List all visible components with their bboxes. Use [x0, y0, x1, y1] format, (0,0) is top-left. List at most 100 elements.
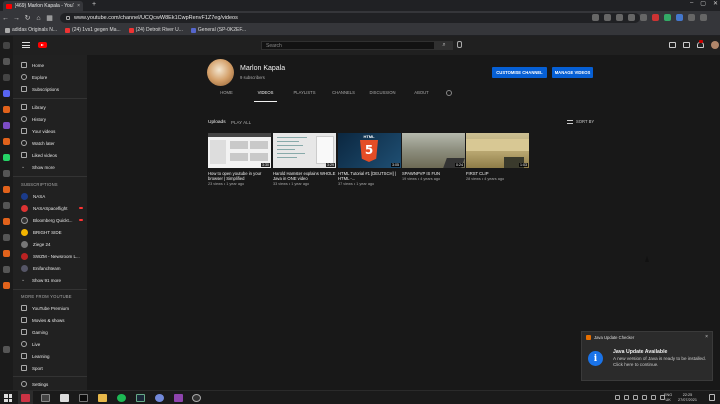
sidebar-show-more-subscriptions[interactable]: ⌄ Show 91 more: [13, 274, 87, 286]
taskbar-notepad-icon[interactable]: [60, 394, 69, 402]
news-app-icon[interactable]: [3, 202, 10, 209]
video-card[interactable]: 3:30 How to open youtube in your browser…: [208, 133, 271, 186]
flow-app-icon[interactable]: [3, 74, 10, 81]
download-icon[interactable]: [688, 14, 695, 21]
box-extension-icon[interactable]: [640, 14, 647, 21]
action-center-icon[interactable]: [709, 394, 715, 401]
tab-videos[interactable]: VIDEOS: [246, 89, 285, 102]
video-thumbnail[interactable]: 0:24: [402, 133, 465, 168]
settings-app-icon[interactable]: [3, 234, 10, 241]
url-field[interactable]: www.youtube.com/channel/UCQcwW8Ek1CwpRen…: [60, 13, 640, 23]
microphone-icon[interactable]: [457, 41, 462, 48]
sidebar-item-settings[interactable]: Settings: [13, 378, 87, 390]
taskbar-file-explorer-icon[interactable]: [98, 394, 107, 402]
bookmark-item[interactable]: (24) 1vs1 gegen Ma...: [65, 27, 121, 33]
blue-extension-icon[interactable]: [676, 14, 683, 21]
taskbar-obs-icon[interactable]: [192, 394, 201, 402]
sidebar-subscription[interactable]: BRIGHT SIDE: [13, 226, 87, 238]
messenger-app-icon[interactable]: [3, 122, 10, 129]
language-indicator[interactable]: ENG UK: [664, 393, 672, 402]
sidebar-item-subscriptions[interactable]: Subscriptions: [13, 83, 87, 95]
vpn-extension-icon[interactable]: [616, 14, 623, 21]
history-app-icon[interactable]: [3, 170, 10, 177]
bookmark-item[interactable]: adidas Originals N...: [5, 27, 57, 33]
tab-search-app-icon[interactable]: [3, 58, 10, 65]
opera-app-icon[interactable]: [3, 106, 10, 113]
video-thumbnail[interactable]: HTML 5 3:05: [338, 133, 401, 168]
video-card[interactable]: 1:03 FIRST CLIP 28 views • 4 years ago: [466, 133, 529, 181]
back-icon[interactable]: ←: [0, 15, 11, 22]
video-title[interactable]: SPAWNPVP IS FUN: [402, 171, 465, 176]
sidebar-item-gaming[interactable]: Gaming: [13, 326, 87, 338]
video-card[interactable]: 3:29 Harold Hamster explains WHOLE Java …: [273, 133, 336, 186]
sidebar-item-watch-later[interactable]: Watch later: [13, 137, 87, 149]
channel-avatar[interactable]: [207, 59, 234, 86]
sidebar-subscription[interactable]: NASASpaceflight: [13, 202, 87, 214]
taskbar-clock[interactable]: 22:25 27/07/2021: [678, 393, 697, 402]
maximize-icon[interactable]: ▢: [700, 0, 706, 7]
music-app-icon[interactable]: [3, 186, 10, 193]
bookmark-item[interactable]: (24) Detroit River U...: [128, 27, 183, 33]
video-thumbnail[interactable]: 3:29: [273, 133, 336, 168]
channel-search-icon[interactable]: [446, 90, 452, 96]
crypto-app-icon[interactable]: [3, 282, 10, 289]
extensions-app-icon[interactable]: [3, 250, 10, 257]
taskbar-spotify-icon[interactable]: [117, 394, 126, 402]
tab-home[interactable]: HOME: [207, 89, 246, 101]
sidebar-subscription[interactable]: Bloomberg Quickt...: [13, 214, 87, 226]
close-window-icon[interactable]: ✕: [713, 0, 718, 7]
guide-menu-icon[interactable]: [22, 42, 30, 48]
tab-playlists[interactable]: PLAYLISTS: [285, 89, 324, 101]
heart-extension-icon[interactable]: [628, 14, 635, 21]
taskbar-discord-icon[interactable]: [155, 394, 164, 402]
tab-channels[interactable]: CHANNELS: [324, 89, 363, 101]
new-tab-button[interactable]: +: [92, 1, 96, 8]
video-title[interactable]: FIRST CLIP: [466, 171, 529, 176]
home-icon[interactable]: ⌂: [33, 15, 44, 22]
tab-about[interactable]: ABOUT: [402, 89, 441, 101]
sidebar-item-home[interactable]: Home: [13, 59, 87, 71]
windows-start-icon[interactable]: [4, 394, 12, 402]
video-card[interactable]: 0:24 SPAWNPVP IS FUN 19 views • 4 years …: [402, 133, 465, 181]
tab-close-icon[interactable]: ×: [77, 3, 80, 9]
sidebar-item-library[interactable]: Library: [13, 101, 87, 113]
clock-app-icon[interactable]: [3, 218, 10, 225]
whatsapp-app-icon[interactable]: [3, 154, 10, 161]
video-title[interactable]: Harold Hamster explains WHOLE Java in ON…: [273, 171, 336, 181]
close-icon[interactable]: ×: [705, 334, 708, 340]
menu-icon[interactable]: [700, 14, 707, 21]
browser-tab[interactable]: (469) Marlon Kapala - YouT... ×: [3, 1, 83, 11]
sidebar-item-explore[interactable]: Explore: [13, 71, 87, 83]
speed-dial-app-icon[interactable]: [3, 42, 10, 49]
twitch-app-icon[interactable]: [3, 90, 10, 97]
camera-extension-icon[interactable]: [604, 14, 611, 21]
apps-grid-icon[interactable]: [683, 42, 690, 48]
taskbar-opera-icon[interactable]: [21, 394, 30, 402]
sidebar-item-history[interactable]: History: [13, 113, 87, 125]
sidebar-subscription[interactable]: NASA: [13, 190, 87, 202]
tray-volume-icon[interactable]: [633, 395, 638, 400]
forward-icon[interactable]: →: [11, 15, 22, 22]
bookmark-item[interactable]: General (SP-0K2EF...: [190, 27, 246, 33]
sidebar-item-premium[interactable]: YouTube Premium: [13, 302, 87, 314]
reload-icon[interactable]: ↻: [22, 14, 33, 22]
video-thumbnail[interactable]: 1:03: [466, 133, 529, 168]
taskbar-steam-icon[interactable]: [136, 394, 145, 402]
search-input[interactable]: Search: [261, 41, 435, 50]
sort-by-button[interactable]: SORT BY: [567, 119, 594, 124]
youtube-logo-icon[interactable]: [38, 42, 47, 48]
taskbar-app-icon[interactable]: [174, 394, 183, 402]
sidebar-item-sport[interactable]: Sport: [13, 362, 87, 374]
tray-network-icon[interactable]: [624, 395, 629, 400]
java-update-notification[interactable]: Java Update Checker × i Java Update Avai…: [581, 331, 713, 381]
taskbar-task-view-icon[interactable]: [41, 394, 50, 402]
speed-dial-icon[interactable]: ▦: [44, 14, 55, 22]
video-card[interactable]: HTML 5 3:05 HTML Tutorial #1 [DEUTSCH] |…: [338, 133, 401, 186]
customise-channel-button[interactable]: CUSTOMISE CHANNEL: [492, 67, 547, 78]
taskbar-terminal-icon[interactable]: [79, 394, 88, 402]
profile-extension-icon[interactable]: [652, 14, 659, 21]
video-title[interactable]: How to open youtube in your browser | Si…: [208, 171, 271, 181]
sidebar-show-more[interactable]: ⌄ Show more: [13, 161, 87, 173]
sidebar-subscription[interactable]: Ziege 24: [13, 238, 87, 250]
notification-action[interactable]: Click here to continue.: [613, 362, 658, 367]
